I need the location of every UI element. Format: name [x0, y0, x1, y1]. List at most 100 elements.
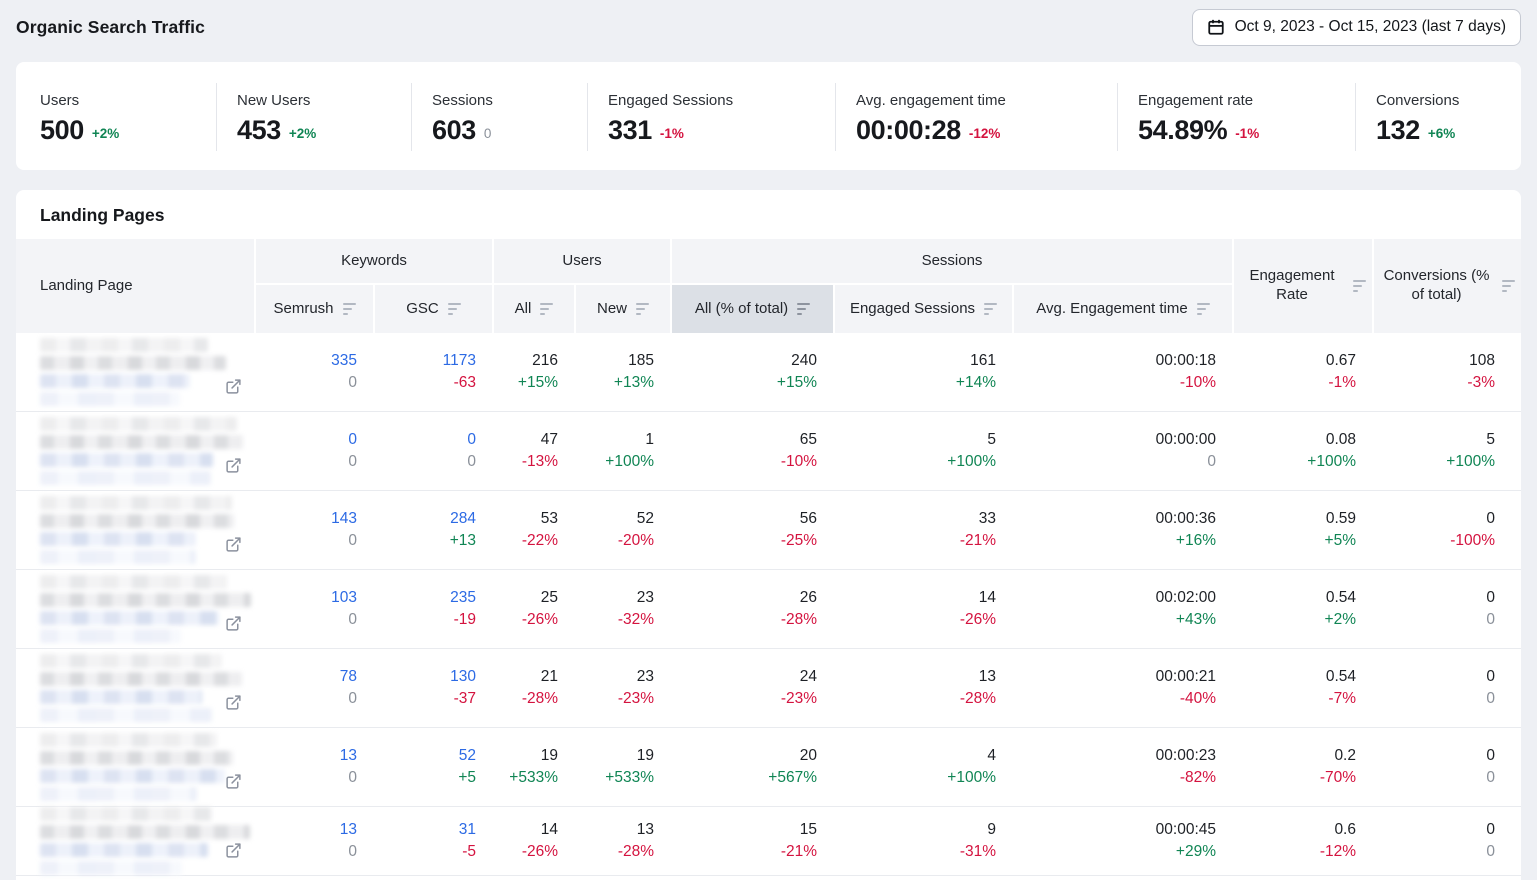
metric-value[interactable]: 13 [340, 821, 357, 839]
redacted-page-url[interactable] [40, 690, 202, 704]
metric-cell: 9-31% [835, 807, 1012, 875]
metric-cell: 00 [1374, 807, 1521, 875]
sort-icon[interactable] [343, 303, 356, 316]
table-row: 13031-514-26%13-28%15-21%9-31%00:00:45+2… [16, 807, 1521, 876]
metric-cell: 0.54-7% [1234, 649, 1372, 727]
metric-value[interactable]: 0 [348, 431, 357, 449]
external-link-icon[interactable] [225, 457, 242, 474]
metric-delta: -23% [618, 690, 654, 708]
redacted-page-title [40, 338, 208, 352]
column-header-users-all[interactable]: All [494, 285, 574, 333]
external-link-icon[interactable] [225, 694, 242, 711]
redacted-page-url[interactable] [40, 611, 219, 625]
metric-delta: +100% [1307, 453, 1356, 471]
metric-value: 0.67 [1326, 352, 1356, 370]
metric-value: 1 [645, 431, 654, 449]
metric-delta: -12% [1320, 843, 1356, 861]
metric-value[interactable]: 78 [340, 668, 357, 686]
stat-value: 00:00:28 [856, 118, 961, 143]
table-row: 1030235-1925-26%23-32%26-28%14-26%00:02:… [16, 570, 1521, 649]
sort-icon[interactable] [1197, 303, 1210, 316]
metric-value: 23 [637, 589, 654, 607]
metric-cell: 00:00:23-82% [1014, 728, 1232, 806]
metric-value: 0.2 [1334, 747, 1356, 765]
redacted-page-url[interactable] [40, 843, 208, 857]
external-link-icon[interactable] [225, 378, 242, 395]
metric-value[interactable]: 31 [459, 821, 476, 839]
sort-icon[interactable] [636, 303, 649, 316]
stat-cell: Engaged Sessions331-1% [587, 83, 835, 151]
stats-bar: Users500+2%New Users453+2%Sessions6030En… [16, 62, 1521, 170]
metric-value: 20 [800, 747, 817, 765]
metric-value[interactable]: 1173 [443, 352, 476, 370]
metric-cell: 20+567% [672, 728, 833, 806]
metric-cell: 108-3% [1374, 333, 1521, 411]
metric-delta: +15% [518, 374, 558, 392]
metric-delta: 0 [348, 843, 357, 861]
external-link-icon[interactable] [225, 615, 242, 632]
metric-value: 5 [1486, 431, 1495, 449]
column-header-semrush[interactable]: Semrush [256, 285, 373, 333]
metric-cell: 23-32% [576, 570, 670, 648]
redacted-page-url[interactable] [40, 453, 213, 467]
metric-value: 0.59 [1326, 510, 1356, 528]
metric-delta: -1% [1328, 374, 1356, 392]
redacted-page-url[interactable] [40, 532, 196, 546]
metric-value[interactable]: 143 [331, 510, 357, 528]
external-link-icon[interactable] [225, 773, 242, 790]
metric-cell: 00 [256, 412, 373, 490]
metric-value[interactable]: 335 [331, 352, 357, 370]
metric-cell: 00 [1374, 570, 1521, 648]
column-header-conversions[interactable]: Conversions (% of total) [1374, 239, 1521, 333]
redacted-page-title [40, 825, 250, 839]
stat-value-line: 500+2% [40, 118, 216, 143]
metric-value: 53 [541, 510, 558, 528]
metric-cell: 5+100% [1374, 412, 1521, 490]
sort-icon[interactable] [540, 303, 553, 316]
metric-value: 19 [541, 747, 558, 765]
column-header-gsc[interactable]: GSC [375, 285, 492, 333]
metric-value[interactable]: 0 [467, 431, 476, 449]
sort-icon[interactable] [984, 303, 997, 316]
metric-delta: -28% [960, 690, 996, 708]
metric-value[interactable]: 52 [459, 747, 476, 765]
date-range-button[interactable]: Oct 9, 2023 - Oct 15, 2023 (last 7 days) [1192, 9, 1521, 46]
metric-value[interactable]: 13 [340, 747, 357, 765]
metric-value[interactable]: 103 [331, 589, 357, 607]
redacted-page-url[interactable] [40, 769, 225, 783]
column-header-sessions-all[interactable]: All (% of total) [672, 285, 833, 333]
metric-value[interactable]: 235 [450, 589, 476, 607]
sort-icon[interactable] [1353, 280, 1366, 293]
sort-icon[interactable] [797, 303, 810, 316]
sort-icon[interactable] [448, 303, 461, 316]
metric-cell: 130-37 [375, 649, 492, 727]
metric-delta: +5% [1325, 532, 1356, 550]
column-header-engagement-rate[interactable]: Engagement Rate [1234, 239, 1372, 333]
stat-cell: Sessions6030 [411, 83, 587, 151]
metric-value: 00:00:45 [1156, 821, 1216, 839]
column-header-avg-engagement-time[interactable]: Avg. Engagement time [1014, 285, 1232, 333]
metric-cell: 4+100% [835, 728, 1012, 806]
metric-cell: 216+15% [494, 333, 574, 411]
metric-value[interactable]: 284 [450, 510, 476, 528]
sort-icon[interactable] [1502, 280, 1515, 293]
column-header-engaged-sessions[interactable]: Engaged Sessions [835, 285, 1012, 333]
metric-delta: -5 [462, 843, 476, 861]
metric-delta: +2% [1325, 611, 1356, 629]
metric-cell: 23 -23% [576, 649, 670, 727]
metric-value: 47 [541, 431, 558, 449]
metric-cell: 0.2-70% [1234, 728, 1372, 806]
column-header-users-new[interactable]: New [576, 285, 670, 333]
stat-delta: -1% [1235, 126, 1259, 142]
metric-cell: 13-28% [835, 649, 1012, 727]
redacted-page-title [40, 575, 227, 589]
external-link-icon[interactable] [225, 842, 242, 859]
external-link-icon[interactable] [225, 536, 242, 553]
metric-value: 33 [979, 510, 996, 528]
metric-value[interactable]: 130 [450, 668, 476, 686]
redacted-page-url[interactable] [40, 374, 190, 388]
metric-value: 23 [637, 668, 654, 686]
metric-delta: -13% [522, 453, 558, 471]
metric-delta: +14% [956, 374, 996, 392]
redacted-page-title [40, 417, 237, 431]
